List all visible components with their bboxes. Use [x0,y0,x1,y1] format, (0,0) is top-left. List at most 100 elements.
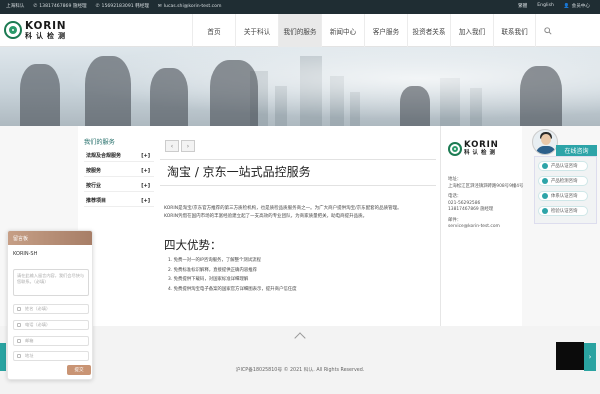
member-center-text: 会员中心 [571,4,590,9]
sidebar-title: 我们的服务 [84,139,115,146]
nav-news[interactable]: 新闻中心 [321,14,364,47]
field-placeholder: 地址 [25,353,34,358]
sidebar-item-label: 按服务 [86,168,102,174]
logo-emblem-icon [448,141,462,156]
consult-button-label: 检验认证咨询 [551,209,578,214]
chevron-right-icon: › [588,353,592,361]
sidebar-item-by-service[interactable]: 按服务 [+] [84,165,154,177]
logo-emblem-icon [4,21,22,40]
sidebar-item-recommended[interactable]: 推荐项目 [+] [84,195,154,207]
name-field[interactable]: 姓名（必填） [13,304,89,314]
chat-icon [542,163,548,169]
nav-investors[interactable]: 投资者关系 [407,14,450,47]
chat-icon [542,178,548,184]
sidebar-item-compliance[interactable]: 法规及合规服务 [+] [84,150,154,162]
hero-banner [0,47,600,126]
logo-cn: 科认检测 [25,31,69,40]
message-form: 留言板 KORIN-SH 请在此输入留言内容，我们会尽快与您联系。（必填） 姓名… [7,230,93,380]
email-text: lucas.shi@korin-test.com [163,3,222,9]
chat-icon [542,208,548,214]
field-placeholder: 电话（必填） [25,322,51,327]
consult-button-label: 产品认证咨询 [551,164,578,169]
top-bar: 上海科认 ✆ 13817467869 施经理 ✆ 15692183091 韩经理… [0,0,600,14]
back-to-top-icon[interactable] [294,332,306,344]
phone-icon: ✆ [33,3,38,9]
expand-toggle[interactable]: [+] [141,183,150,189]
list-item: 1. 免费一对一的IP咨询服务，了解整个测试流程 [168,258,261,263]
logo-en: KORIN [464,140,499,150]
divider [160,159,436,160]
form-title: KORIN-SH [13,251,38,257]
nav-services[interactable]: 我们的服务 [278,14,321,47]
sidebar-item-label: 按行业 [86,183,102,189]
consult-button-label: 体系认证咨询 [551,194,578,199]
list-item: 3. 免费提供下载码，对国家标准详细理解 [168,277,249,283]
intro-line: KORIN是淘宝/京东官方推荐的第三方质检机构，也是质检品质服务商之一。为广大商… [164,206,402,211]
chevron-right-icon: › [186,142,190,150]
expand-toggle[interactable]: [+] [141,153,150,159]
message-textarea[interactable]: 请在此输入留言内容，我们会尽快与您联系。（必填） [13,269,89,296]
consult-product-cert-button[interactable]: 产品认证咨询 [538,161,588,171]
online-consult-widget: 在线咨询 产品认证咨询 产品检测咨询 体系认证咨询 检验认证咨询 [530,129,598,224]
nav-home[interactable]: 首页 [192,14,235,47]
lang-english-link[interactable]: English [537,3,554,9]
email-link[interactable]: service@korin-test.com [448,224,538,231]
member-center-link[interactable]: 👤 会员中心 [564,3,590,10]
phone-icon: ✆ [95,3,100,9]
field-placeholder: 姓名（必填） [25,306,51,311]
main-nav: 首页 关于科认 我们的服务 新闻中心 客户服务 投资者关系 加入我们 联系我们 [192,14,560,47]
prev-button[interactable]: ‹ [165,140,179,152]
location-icon [17,354,21,358]
sidebar-item-label: 推荐项目 [86,198,107,204]
expand-toggle[interactable]: [+] [141,168,150,174]
sidebar-item-by-industry[interactable]: 按行业 [+] [84,180,154,192]
search-button[interactable] [536,14,560,47]
consult-system-cert-button[interactable]: 体系认证咨询 [538,191,588,201]
logo-cn: 科认检测 [464,149,499,156]
address-field[interactable]: 地址 [13,351,89,361]
expand-toggle[interactable]: [+] [141,198,150,204]
phone-icon [17,323,21,327]
services-sidebar: 我们的服务 法规及合规服务 [+] 按服务 [+] 按行业 [+] 推荐项目 [… [84,137,154,210]
site-header: KORIN 科认检测 首页 关于科认 我们的服务 新闻中心 客户服务 投资者关系… [0,14,600,47]
nav-customer-service[interactable]: 客户服务 [364,14,407,47]
phone-1: ✆ 13817467869 施经理 [33,3,87,10]
nav-careers[interactable]: 加入我们 [450,14,493,47]
site-logo[interactable]: KORIN 科认检测 [4,21,69,40]
lang-traditional-link[interactable]: 繁體 [518,3,527,9]
consult-header[interactable]: 在线咨询 [556,145,597,156]
nav-about[interactable]: 关于科认 [235,14,278,47]
email-field[interactable]: 邮箱 [13,336,89,346]
dark-panel[interactable] [556,342,584,370]
logo-text: KORIN 科认检测 [25,21,69,40]
location-text: 上海科认 [6,4,25,9]
nav-contact[interactable]: 联系我们 [493,14,536,47]
sidebar-item-label: 法规及合规服务 [86,153,122,159]
consult-inspection-button[interactable]: 检验认证咨询 [538,206,588,216]
advantages-heading: 四大优势： [164,238,222,252]
intro-paragraph: KORIN是淘宝/京东官方推荐的第三方质检机构，也是质检品质服务商之一。为广大商… [164,205,436,221]
page-title: 淘宝 / 京东一站式品控服务 [167,165,311,179]
phone-1-text: 13817467869 施经理 [39,4,87,9]
next-button[interactable]: › [181,140,195,152]
divider [160,185,436,186]
contact-info: 地址： 上海松江区泗泾镇泗砖路908号9幢4号 电话： 021-56292586… [448,177,538,231]
advantages-list: 1. 免费一对一的IP咨询服务，了解整个测试流程 2. 免费标准标识解释，直接提… [168,256,297,294]
submit-button[interactable]: 提交 [67,365,91,375]
consult-product-test-button[interactable]: 产品检测咨询 [538,176,588,186]
right-edge-tab[interactable]: › [584,343,596,371]
chat-icon [542,193,548,199]
left-edge-tab[interactable] [0,343,6,371]
logo-text: KORIN 科认检测 [464,141,499,156]
phone-2: ✆ 15692183091 韩经理 [95,3,149,10]
list-item: 4. 免费提供淘宝电子备案的国家官方详细图表示，提升商户信任度 [168,286,297,292]
search-icon [544,26,552,35]
list-item: 2. 免费标准标识解释，直接提供正确内容推荐 [168,267,258,273]
phone-field[interactable]: 电话（必填） [13,320,89,330]
email-link[interactable]: ✉ lucas.shi@korin-test.com [158,4,222,9]
mail-icon: ✉ [157,3,162,9]
form-header[interactable]: 留言板 [8,231,92,245]
contact-logo: KORIN 科认检测 [448,141,499,156]
user-icon [17,307,21,311]
consult-button-label: 产品检测咨询 [551,179,578,184]
